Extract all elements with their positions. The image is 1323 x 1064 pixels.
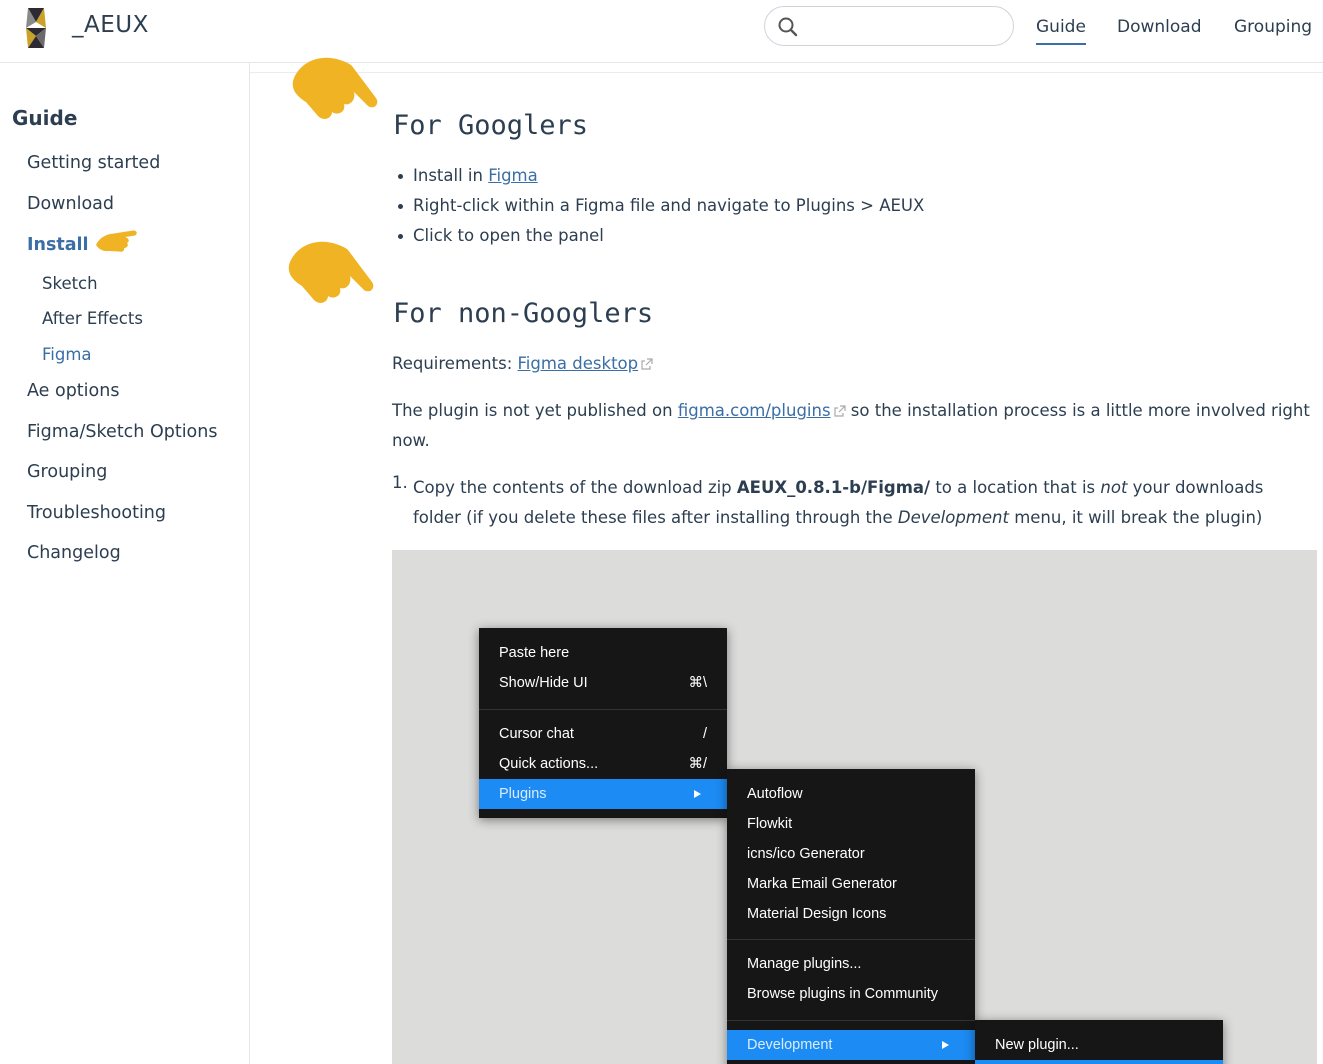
menu-item-plugins: Plugins — [479, 779, 727, 809]
pointing-hand-icon — [288, 241, 374, 303]
sidebar-subitem-sketch[interactable]: Sketch — [42, 274, 98, 293]
menu-item-manage-plugins: Manage plugins... — [727, 949, 975, 979]
menu-separator — [479, 709, 727, 710]
external-link-icon — [833, 405, 846, 417]
menu-item-paste-here: Paste here — [479, 638, 727, 668]
search-icon — [778, 17, 798, 37]
menu-item-label: Browse plugins in Community — [747, 986, 938, 1002]
menu-item-label: Marka Email Generator — [747, 876, 897, 892]
sidebar-subitem-after-effects[interactable]: After Effects — [42, 309, 143, 328]
menu-item-shortcut: / — [702, 726, 707, 742]
menu-item-autoflow: Autoflow — [727, 779, 975, 809]
submenu-arrow-icon — [942, 1041, 949, 1049]
menu-item-shortcut: ⌘\ — [688, 675, 707, 691]
external-link-icon — [641, 358, 653, 370]
menu-item-icns-ico-generator: icns/ico Generator — [727, 839, 975, 869]
menu-item-shortcut: ⌘/ — [688, 756, 707, 772]
googlers-steps-list: Install in Figma Right-click within a Fi… — [397, 161, 924, 251]
menu-item-label: icns/ico Generator — [747, 846, 865, 862]
menu-item-label: Show/Hide UI — [499, 675, 588, 691]
pointing-hand-icon — [96, 230, 137, 252]
aeux-logo-icon[interactable] — [22, 6, 50, 50]
sidebar-item-getting-started[interactable]: Getting started — [27, 153, 160, 173]
menu-item-show-hide-ui: Show/Hide UI ⌘\ — [479, 668, 727, 698]
section-heading-googlers: For Googlers — [393, 110, 589, 141]
menu-item-label: Paste here — [499, 645, 570, 661]
figma-plugins-link[interactable]: figma.com/plugins — [678, 401, 831, 420]
requirements-label: Requirements: — [392, 354, 518, 373]
menu-separator — [727, 939, 975, 940]
sidebar-subitem-figma[interactable]: Figma — [42, 345, 92, 364]
menu-item-cursor-chat: Cursor chat / — [479, 719, 727, 749]
menu-item-marka-email-generator: Marka Email Generator — [727, 869, 975, 899]
figma-menu-screenshot: Paste here Show/Hide UI ⌘\ Cursor chat / Q… — [392, 550, 1317, 1064]
figma-link[interactable]: Figma — [488, 166, 538, 185]
menu-item-label: Manage plugins... — [747, 956, 862, 972]
sidebar-item-install[interactable]: Install — [27, 235, 89, 255]
menu-separator — [727, 1020, 975, 1021]
sidebar: Guide Getting started Download Install S… — [0, 63, 250, 1064]
pointing-hand-icon — [292, 57, 378, 119]
nav-link-grouping[interactable]: Grouping — [1234, 17, 1312, 37]
menu-item-label: Development — [747, 1037, 833, 1053]
menu-item-label: Autoflow — [747, 786, 803, 802]
install-note-prefix: The plugin is not yet published on — [392, 401, 678, 420]
menu-item-label: Plugins — [499, 786, 547, 802]
step-number: 1. — [392, 473, 408, 492]
figma-development-submenu: New plugin... — [975, 1020, 1223, 1064]
step-text-b: to a location that is — [930, 478, 1101, 497]
menu-item-quick-actions: Quick actions... ⌘/ — [479, 749, 727, 779]
step-text-development: Development — [897, 508, 1009, 527]
menu-item-label: Cursor chat — [499, 726, 574, 742]
menu-item-browse-plugins: Browse plugins in Community — [727, 979, 975, 1009]
figma-plugins-submenu: Autoflow Flowkit icns/ico Generator Mark… — [727, 769, 975, 1064]
requirements-paragraph: Requirements: Figma desktop — [392, 349, 1317, 379]
menu-highlight-strip — [975, 1060, 1223, 1064]
figma-context-menu: Paste here Show/Hide UI ⌘\ Cursor chat / Q… — [479, 628, 727, 818]
menu-item-label: New plugin... — [995, 1037, 1079, 1053]
menu-item-label: Material Design Icons — [747, 906, 887, 922]
step-text-a: Copy the contents of the download zip — [413, 478, 737, 497]
sidebar-item-troubleshooting[interactable]: Troubleshooting — [27, 503, 166, 523]
menu-item-flowkit: Flowkit — [727, 809, 975, 839]
step-1-text: Copy the contents of the download zip AE… — [413, 473, 1313, 533]
step-text-not: not — [1100, 478, 1128, 497]
submenu-arrow-icon — [694, 790, 701, 798]
sidebar-heading[interactable]: Guide — [12, 106, 77, 130]
sidebar-item-download[interactable]: Download — [27, 194, 114, 214]
site-name[interactable]: _AEUX — [72, 12, 149, 38]
menu-item-material-design-icons: Material Design Icons — [727, 899, 975, 929]
install-note-paragraph: The plugin is not yet published on figma… — [392, 396, 1317, 456]
list-item: Right-click within a Figma file and navi… — [397, 191, 924, 221]
list-item: Click to open the panel — [397, 221, 924, 251]
top-navbar: _AEUX Guide Download Grouping — [0, 0, 1323, 63]
figma-desktop-link[interactable]: Figma desktop — [518, 354, 639, 373]
menu-item-label: Quick actions... — [499, 756, 599, 772]
menu-item-development: Development — [727, 1030, 975, 1060]
sidebar-item-grouping[interactable]: Grouping — [27, 462, 107, 482]
search-input[interactable] — [803, 15, 1007, 39]
menu-item-label: Flowkit — [747, 816, 793, 832]
nav-link-guide[interactable]: Guide — [1036, 17, 1086, 45]
content-top-rule — [250, 72, 1323, 73]
sidebar-item-changelog[interactable]: Changelog — [27, 543, 121, 563]
step-text-d: menu, it will break the plugin) — [1008, 508, 1263, 527]
list-item-text: Install in — [413, 166, 489, 185]
nav-link-download[interactable]: Download — [1117, 17, 1202, 37]
list-item: Install in Figma — [397, 161, 924, 191]
section-heading-non-googlers: For non-Googlers — [393, 298, 654, 329]
sidebar-item-figma-sketch-options[interactable]: Figma/Sketch Options — [27, 422, 217, 442]
sidebar-item-ae-options[interactable]: Ae options — [27, 381, 119, 401]
search-box[interactable] — [764, 6, 1014, 46]
zip-path: AEUX_0.8.1-b/Figma/ — [736, 478, 931, 497]
menu-item-new-plugin: New plugin... — [975, 1030, 1223, 1060]
